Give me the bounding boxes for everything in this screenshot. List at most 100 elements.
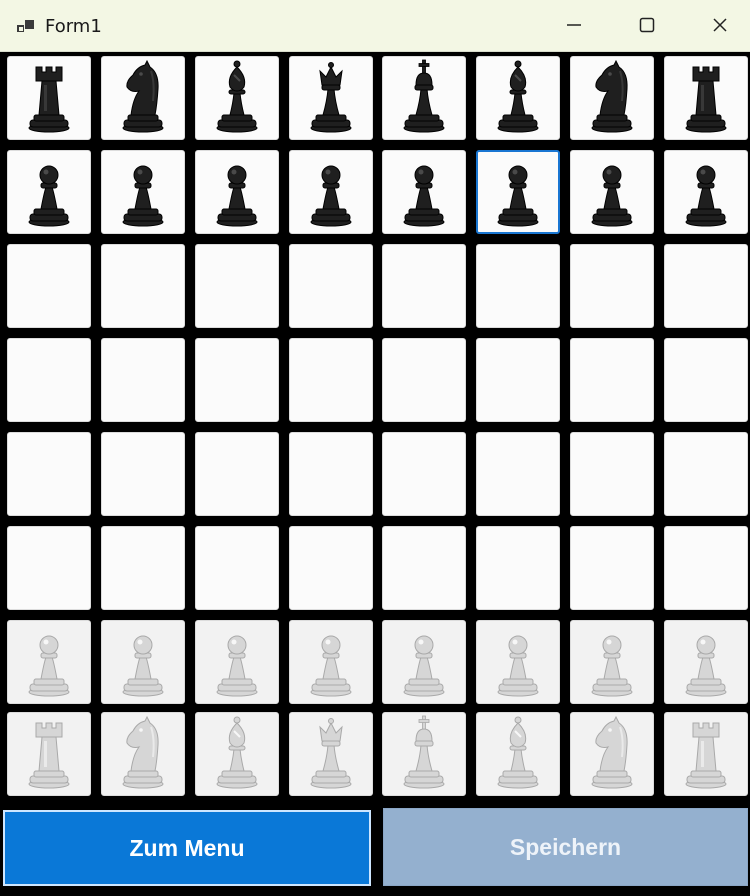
board-square[interactable]	[101, 244, 185, 328]
board-square[interactable]	[195, 338, 279, 422]
board-square[interactable]	[101, 526, 185, 610]
board-square[interactable]	[570, 432, 654, 516]
board-square[interactable]	[195, 526, 279, 610]
board-square[interactable]	[664, 712, 748, 796]
board-square[interactable]	[289, 620, 373, 704]
board-square[interactable]	[476, 526, 560, 610]
white-bishop-icon	[486, 713, 550, 796]
board-square[interactable]	[476, 150, 560, 234]
board-square[interactable]	[195, 712, 279, 796]
board-square[interactable]	[570, 56, 654, 140]
white-pawn-icon	[392, 621, 456, 704]
board-square[interactable]	[289, 150, 373, 234]
black-knight-icon	[111, 57, 175, 140]
board-square[interactable]	[382, 56, 466, 140]
board-square[interactable]	[664, 432, 748, 516]
white-rook-icon	[674, 713, 738, 796]
board-square[interactable]	[382, 150, 466, 234]
board-square[interactable]	[101, 712, 185, 796]
board-square[interactable]	[7, 338, 91, 422]
board-square[interactable]	[382, 712, 466, 796]
white-pawn-icon	[17, 621, 81, 704]
board-square[interactable]	[195, 244, 279, 328]
board-square[interactable]	[382, 620, 466, 704]
board-square[interactable]	[476, 338, 560, 422]
board-square[interactable]	[476, 244, 560, 328]
black-pawn-icon	[205, 151, 269, 234]
board-square[interactable]	[7, 620, 91, 704]
black-bishop-icon	[205, 57, 269, 140]
board-square[interactable]	[570, 526, 654, 610]
board-square[interactable]	[195, 150, 279, 234]
board-square[interactable]	[7, 244, 91, 328]
board-square[interactable]	[195, 432, 279, 516]
white-pawn-icon	[486, 621, 550, 704]
black-rook-icon	[674, 57, 738, 140]
board-square[interactable]	[7, 150, 91, 234]
form-icon	[16, 18, 36, 36]
board-square[interactable]	[7, 56, 91, 140]
board-square[interactable]	[382, 244, 466, 328]
board-square[interactable]	[664, 620, 748, 704]
board-square[interactable]	[289, 432, 373, 516]
board-square[interactable]	[289, 526, 373, 610]
black-pawn-icon	[17, 151, 81, 234]
board-square[interactable]	[664, 526, 748, 610]
board-square[interactable]	[476, 712, 560, 796]
board-square[interactable]	[7, 526, 91, 610]
black-queen-icon	[299, 57, 363, 140]
board-square[interactable]	[289, 244, 373, 328]
board-square[interactable]	[101, 432, 185, 516]
board-square[interactable]	[570, 620, 654, 704]
board-square[interactable]	[476, 56, 560, 140]
board-square[interactable]	[664, 338, 748, 422]
board-square[interactable]	[195, 620, 279, 704]
board-square[interactable]	[570, 244, 654, 328]
board-square[interactable]	[382, 526, 466, 610]
white-pawn-icon	[674, 621, 738, 704]
black-pawn-icon	[674, 151, 738, 234]
board-square[interactable]	[570, 712, 654, 796]
minimize-icon	[566, 17, 582, 38]
board-square[interactable]	[570, 150, 654, 234]
board-square[interactable]	[101, 620, 185, 704]
title-bar[interactable]: Form1	[0, 0, 750, 52]
white-king-icon	[392, 713, 456, 796]
black-pawn-icon	[580, 151, 644, 234]
white-pawn-icon	[580, 621, 644, 704]
chess-board	[0, 52, 750, 800]
board-square[interactable]	[664, 150, 748, 234]
board-square[interactable]	[476, 620, 560, 704]
maximize-button[interactable]	[619, 8, 675, 46]
white-knight-icon	[580, 713, 644, 796]
white-bishop-icon	[205, 713, 269, 796]
board-square[interactable]	[382, 432, 466, 516]
board-square[interactable]	[101, 338, 185, 422]
white-knight-icon	[111, 713, 175, 796]
black-pawn-icon	[392, 151, 456, 234]
board-square[interactable]	[664, 244, 748, 328]
board-square[interactable]	[476, 432, 560, 516]
board-square[interactable]	[570, 338, 654, 422]
board-square[interactable]	[382, 338, 466, 422]
white-pawn-icon	[205, 621, 269, 704]
white-pawn-icon	[299, 621, 363, 704]
board-square[interactable]	[7, 712, 91, 796]
black-king-icon	[392, 57, 456, 140]
minimize-button[interactable]	[546, 8, 602, 46]
board-square[interactable]	[7, 432, 91, 516]
white-rook-icon	[17, 713, 81, 796]
close-button[interactable]	[692, 8, 748, 46]
board-square[interactable]	[664, 56, 748, 140]
black-bishop-icon	[486, 57, 550, 140]
board-square[interactable]	[195, 56, 279, 140]
board-square[interactable]	[289, 338, 373, 422]
board-square[interactable]	[289, 56, 373, 140]
save-button[interactable]: Speichern	[383, 808, 748, 886]
app-window: Form1 Zum Menu Speichern	[0, 0, 750, 896]
black-pawn-icon	[299, 151, 363, 234]
board-square[interactable]	[289, 712, 373, 796]
board-square[interactable]	[101, 150, 185, 234]
menu-button[interactable]: Zum Menu	[3, 810, 371, 886]
board-square[interactable]	[101, 56, 185, 140]
